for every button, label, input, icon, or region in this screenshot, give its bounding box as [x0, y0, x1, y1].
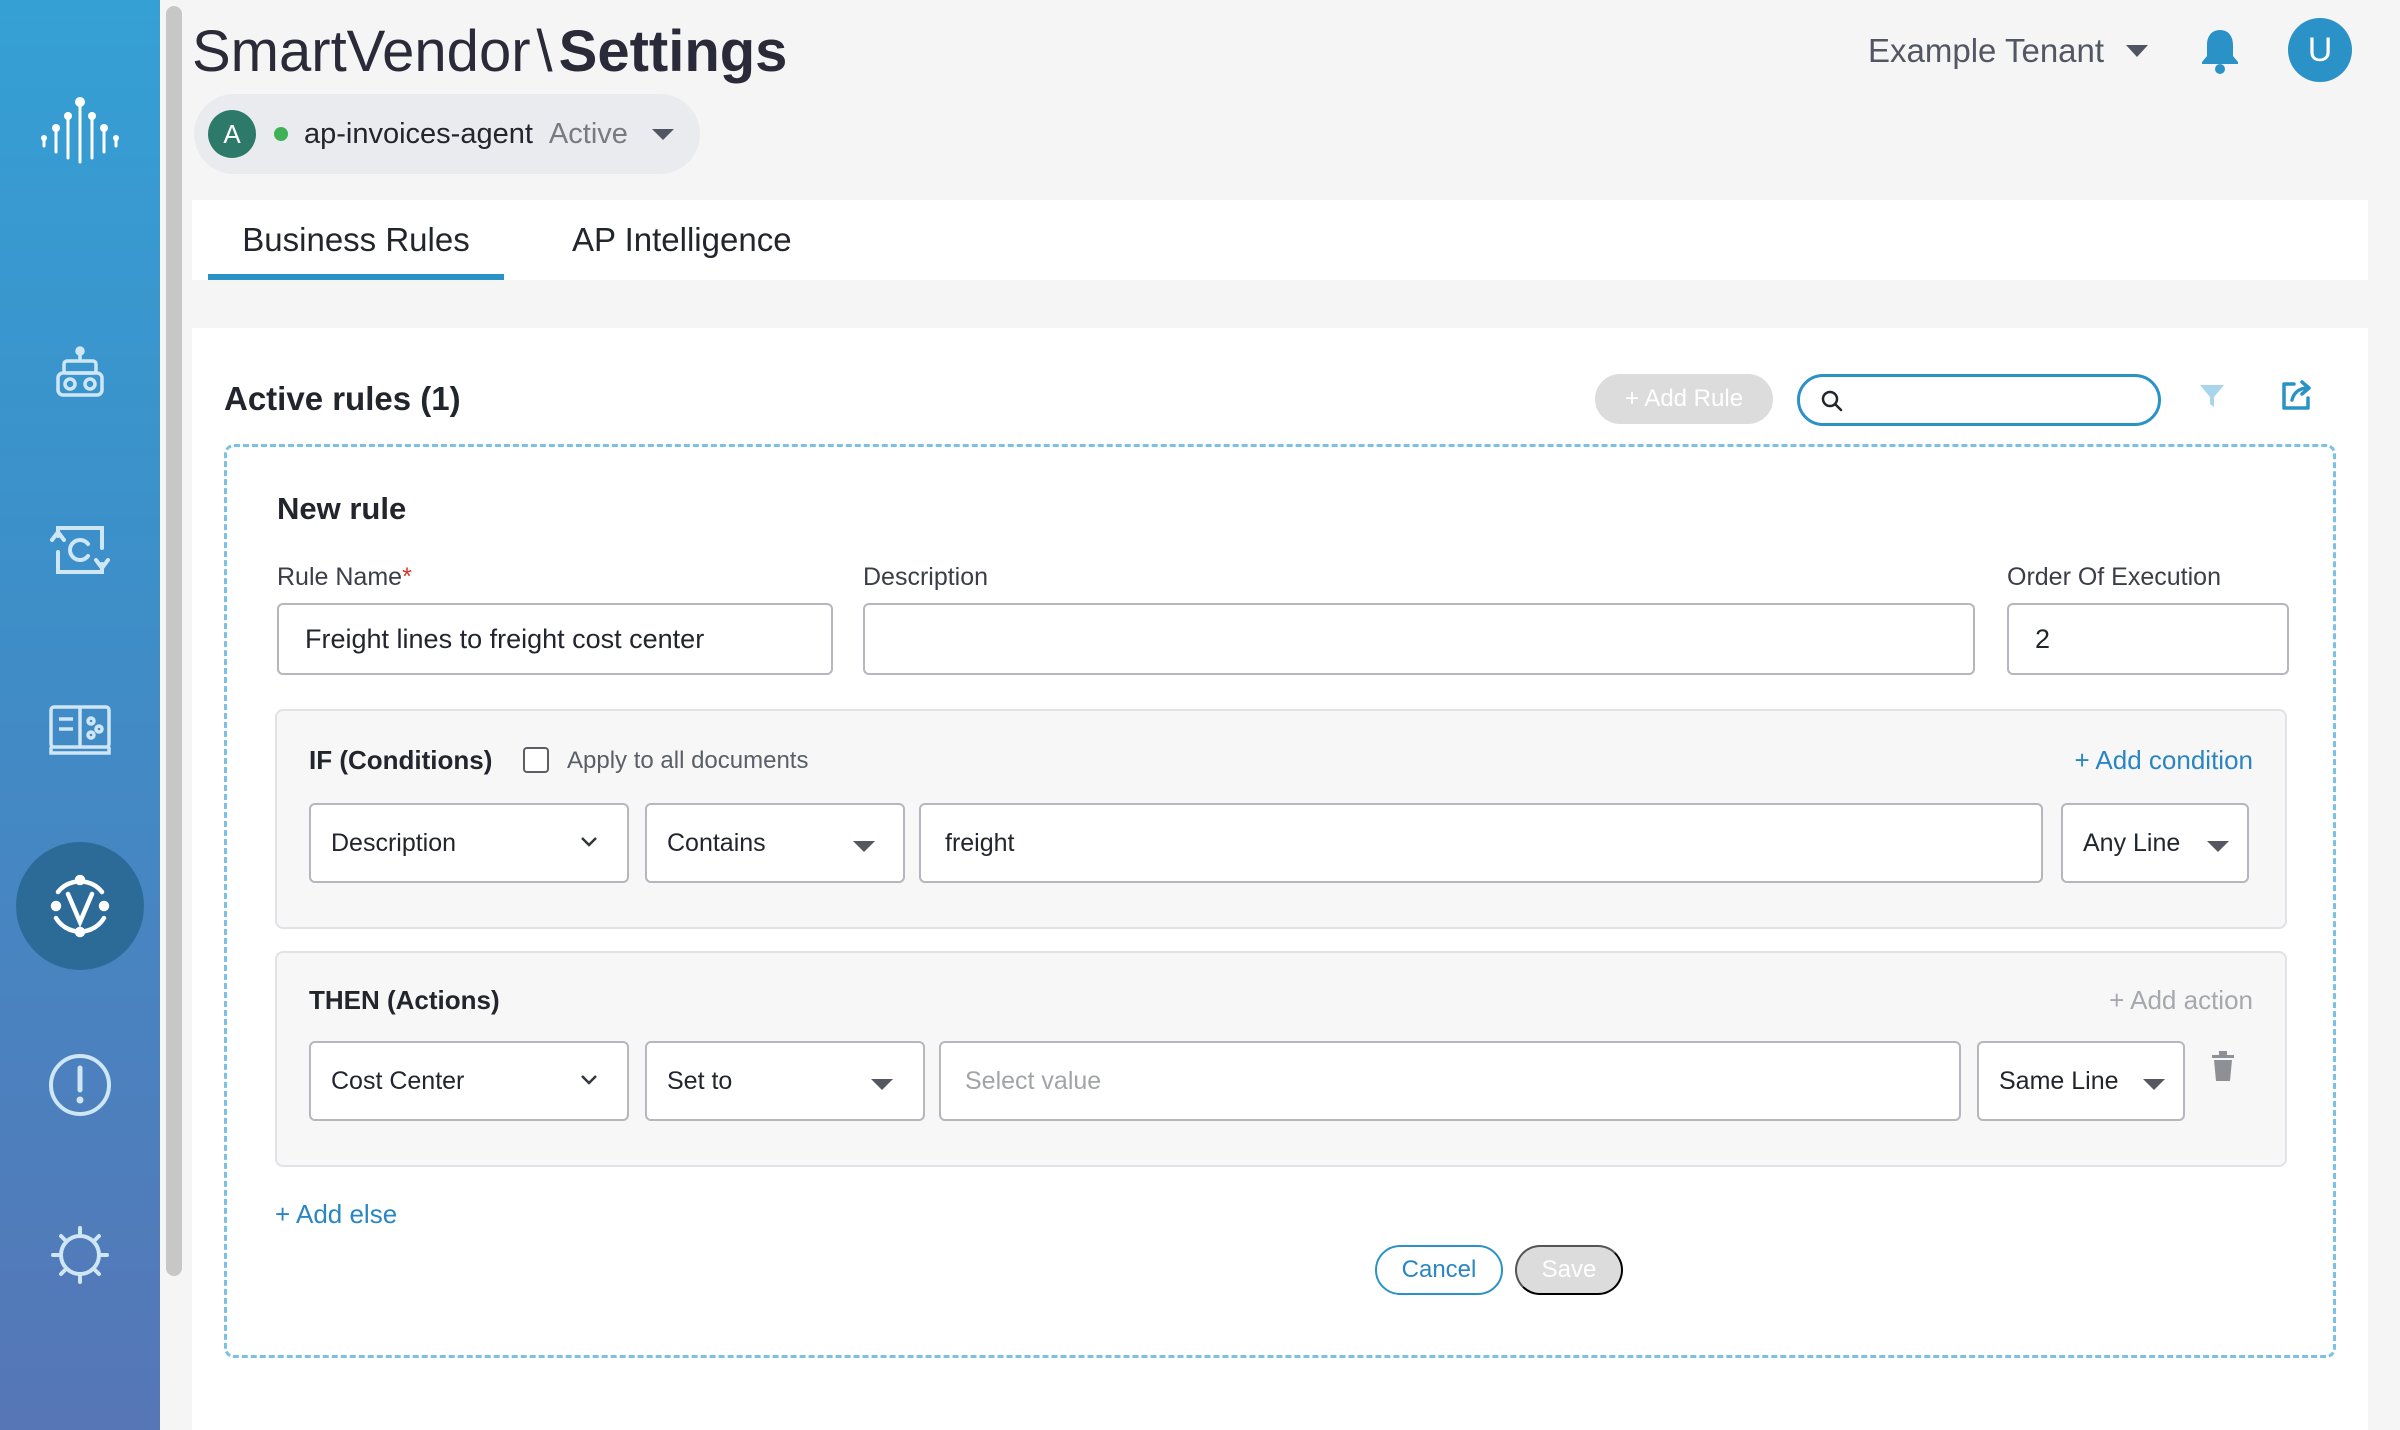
caret-down-icon: [2143, 1079, 2165, 1090]
bell-icon[interactable]: [2198, 26, 2242, 79]
robot-icon[interactable]: [0, 340, 160, 410]
filter-icon[interactable]: [2198, 382, 2226, 415]
active-rules-title: Active rules (1): [224, 380, 461, 417]
agent-name: ap-invoices-agent: [304, 117, 533, 150]
apply-all-checkbox[interactable]: [523, 747, 549, 773]
action-operator-select[interactable]: Set to: [645, 1041, 925, 1121]
action-field-select[interactable]: Cost Center: [309, 1041, 629, 1121]
apply-all-label: Apply to all documents: [567, 747, 809, 774]
action-operator-value: Set to: [667, 1066, 733, 1095]
caret-down-icon: [651, 128, 674, 140]
agent-status: Active: [548, 117, 628, 150]
add-action-link[interactable]: + Add action: [2109, 985, 2253, 1016]
add-rule-button[interactable]: + Add Rule: [1595, 374, 1773, 424]
tab-business-rules[interactable]: Business Rules: [208, 200, 504, 280]
action-value-select[interactable]: Select value: [939, 1041, 1961, 1121]
conditions-title: IF (Conditions): [309, 745, 493, 775]
required-marker: *: [402, 563, 412, 591]
export-icon[interactable]: [2278, 378, 2314, 419]
search-input[interactable]: [1797, 374, 2161, 426]
add-else-link[interactable]: + Add else: [275, 1199, 397, 1230]
user-avatar[interactable]: U: [2288, 18, 2352, 82]
condition-operator-value: Contains: [667, 828, 766, 857]
condition-field-value: Description: [331, 828, 457, 857]
trash-icon[interactable]: [2211, 1051, 2235, 1081]
conditions-section: IF (Conditions) Apply to all documents +…: [275, 709, 2287, 929]
agent-status-dot: [274, 127, 288, 141]
description-label: Description: [863, 563, 989, 591]
tab-bar: Business Rules AP Intelligence: [192, 200, 2368, 280]
rule-name-label-text: Rule Name: [277, 563, 403, 591]
gear-icon[interactable]: [0, 1220, 160, 1290]
actions-section: THEN (Actions) + Add action Cost Center …: [275, 951, 2287, 1167]
condition-operator-select[interactable]: Contains: [645, 803, 905, 883]
order-of-execution-label: Order Of Execution: [2007, 563, 2221, 591]
network-logo-icon[interactable]: [0, 92, 160, 172]
new-rule-heading: New rule: [277, 491, 407, 526]
action-field-value: Cost Center: [331, 1066, 465, 1095]
actions-title: THEN (Actions): [309, 985, 500, 1015]
cycle-c-icon[interactable]: [0, 515, 160, 585]
new-rule-card: New rule Rule Name* Freight lines to fre…: [224, 444, 2336, 1358]
agent-avatar: A: [208, 110, 256, 158]
condition-value-input[interactable]: freight: [919, 803, 2043, 883]
page-title: SmartVendor \ Settings: [192, 18, 787, 85]
chevron-down-icon: [581, 837, 597, 847]
caret-down-icon: [2207, 841, 2229, 852]
condition-scope-select[interactable]: Any Line: [2061, 803, 2249, 883]
action-scope-select[interactable]: Same Line: [1977, 1041, 2185, 1121]
rule-name-label: Rule Name*: [277, 563, 412, 592]
caret-down-icon: [853, 841, 875, 852]
agent-selector[interactable]: A ap-invoices-agent Active: [194, 94, 700, 174]
vendor-v-icon[interactable]: [0, 866, 160, 946]
app-name: SmartVendor: [192, 19, 531, 84]
sidebar: [0, 0, 160, 1430]
rule-name-input[interactable]: Freight lines to freight cost center: [277, 603, 833, 675]
chevron-down-icon: [581, 1075, 597, 1085]
page-scrollbar[interactable]: [166, 6, 182, 1276]
tenant-name: Example Tenant: [1868, 32, 2105, 69]
action-scope-value: Same Line: [1999, 1066, 2119, 1095]
cancel-button[interactable]: Cancel: [1375, 1245, 1503, 1295]
tab-ap-intelligence[interactable]: AP Intelligence: [572, 200, 792, 280]
description-input[interactable]: [863, 603, 1975, 675]
condition-scope-value: Any Line: [2083, 828, 2181, 857]
alert-circle-icon[interactable]: [0, 1050, 160, 1120]
title-separator: \: [536, 19, 553, 84]
book-icon[interactable]: [0, 692, 160, 762]
save-button[interactable]: Save: [1515, 1245, 1623, 1295]
rules-panel: Active rules (1) + Add Rule New rule Rul…: [192, 328, 2368, 1430]
caret-down-icon: [2126, 45, 2149, 57]
tenant-selector[interactable]: Example Tenant: [1868, 32, 2149, 70]
search-icon: [1821, 390, 1843, 412]
condition-field-select[interactable]: Description: [309, 803, 629, 883]
order-of-execution-input[interactable]: 2: [2007, 603, 2289, 675]
page-name: Settings: [558, 19, 788, 84]
caret-down-icon: [871, 1079, 893, 1090]
add-condition-link[interactable]: + Add condition: [2074, 745, 2253, 776]
